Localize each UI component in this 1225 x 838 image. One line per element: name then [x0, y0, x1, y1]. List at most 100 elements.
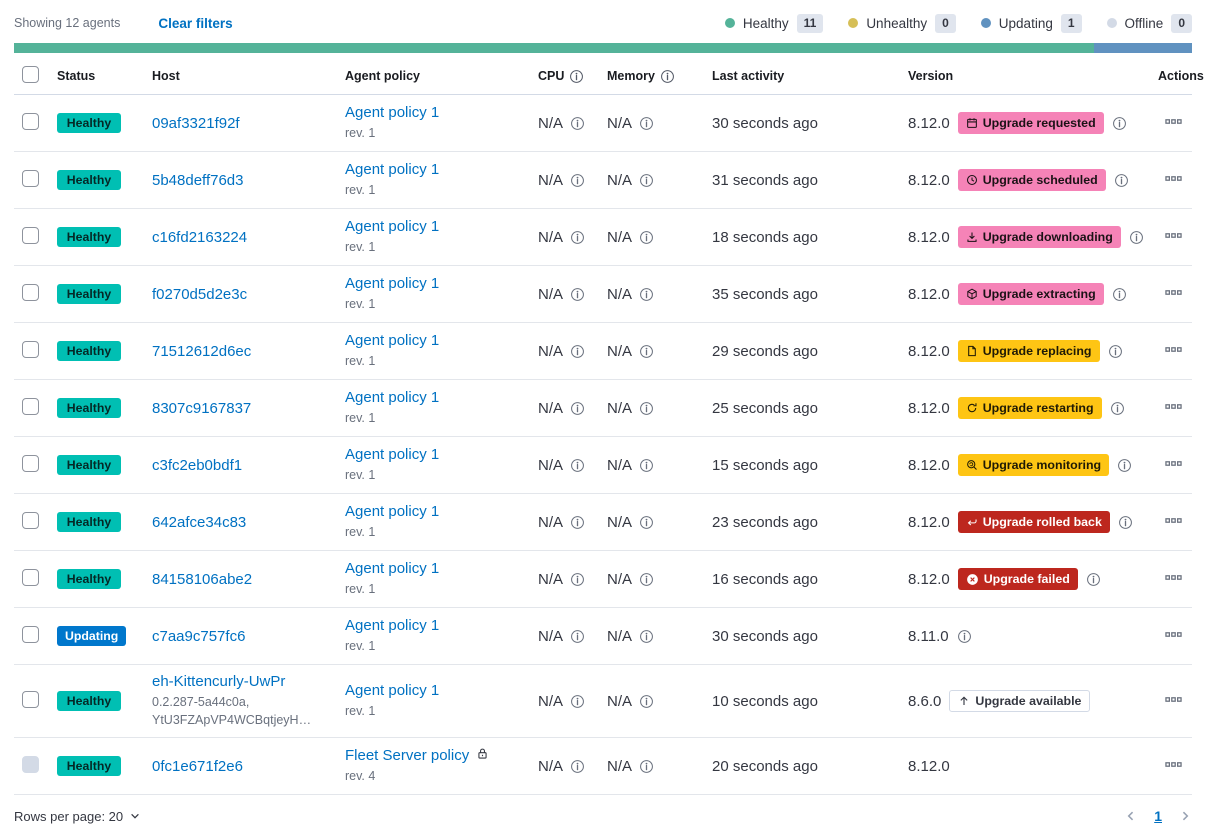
legend-item-updating: Updating1: [981, 14, 1082, 33]
select-all-checkbox[interactable]: [22, 66, 39, 83]
row-checkbox[interactable]: [22, 569, 39, 586]
policy-link[interactable]: Fleet Server policy: [345, 747, 469, 764]
upgrade-info-icon[interactable]: [1114, 173, 1129, 188]
row-checkbox[interactable]: [22, 227, 39, 244]
actions-menu-button[interactable]: [1165, 691, 1182, 708]
actions-menu-button[interactable]: [1165, 227, 1182, 244]
policy-revision: rev. 1: [345, 238, 538, 256]
header-cpu[interactable]: CPU: [538, 69, 607, 84]
memory-info-icon[interactable]: [639, 759, 654, 774]
host-link[interactable]: c7aa9c757fc6: [152, 628, 245, 645]
memory-info-icon[interactable]: [639, 629, 654, 644]
upgrade-info-icon[interactable]: [1118, 515, 1133, 530]
host-link[interactable]: 84158106abe2: [152, 571, 252, 588]
host-link[interactable]: 09af3321f92f: [152, 115, 240, 132]
cpu-info-icon[interactable]: [570, 629, 585, 644]
host-link[interactable]: 8307c9167837: [152, 400, 251, 417]
memory-info-icon[interactable]: [639, 173, 654, 188]
cpu-info-icon[interactable]: [570, 515, 585, 530]
memory-info-icon[interactable]: [639, 287, 654, 302]
previous-page-button[interactable]: [1124, 809, 1138, 823]
memory-info-icon[interactable]: [639, 572, 654, 587]
cpu-info-icon[interactable]: [570, 230, 585, 245]
policy-link[interactable]: Agent policy 1: [345, 617, 439, 634]
policy-link[interactable]: Agent policy 1: [345, 104, 439, 121]
memory-info-icon[interactable]: [639, 344, 654, 359]
host-link[interactable]: eh-Kittencurly-UwPr: [152, 673, 285, 690]
host-link[interactable]: c3fc2eb0bdf1: [152, 457, 242, 474]
clear-filters-button[interactable]: Clear filters: [158, 16, 232, 31]
header-host[interactable]: Host: [152, 69, 345, 83]
row-checkbox[interactable]: [22, 284, 39, 301]
page-number-1[interactable]: 1: [1154, 808, 1162, 824]
cpu-value: N/A: [538, 343, 563, 360]
header-status[interactable]: Status: [57, 69, 152, 83]
actions-menu-button[interactable]: [1165, 113, 1182, 130]
upgrade-info-icon[interactable]: [1112, 116, 1127, 131]
policy-link[interactable]: Agent policy 1: [345, 218, 439, 235]
cpu-info-icon[interactable]: [570, 173, 585, 188]
policy-link[interactable]: Agent policy 1: [345, 560, 439, 577]
upgrade-info-icon[interactable]: [1086, 572, 1101, 587]
cpu-info-icon[interactable]: [570, 572, 585, 587]
header-memory[interactable]: Memory: [607, 69, 712, 84]
actions-menu-button[interactable]: [1165, 512, 1182, 529]
cpu-info-icon[interactable]: [570, 401, 585, 416]
memory-header-info-icon[interactable]: [660, 69, 675, 84]
host-link[interactable]: 5b48deff76d3: [152, 172, 244, 189]
row-checkbox[interactable]: [22, 691, 39, 708]
actions-menu-button[interactable]: [1165, 341, 1182, 358]
row-checkbox[interactable]: [22, 341, 39, 358]
memory-info-icon[interactable]: [639, 458, 654, 473]
cpu-info-icon[interactable]: [570, 694, 585, 709]
memory-info-icon[interactable]: [639, 694, 654, 709]
memory-info-icon[interactable]: [639, 515, 654, 530]
policy-link[interactable]: Agent policy 1: [345, 503, 439, 520]
actions-menu-button[interactable]: [1165, 284, 1182, 301]
cpu-info-icon[interactable]: [570, 116, 585, 131]
cpu-info-icon[interactable]: [570, 759, 585, 774]
header-last-activity[interactable]: Last activity: [712, 69, 908, 83]
upgrade-info-icon[interactable]: [1112, 287, 1127, 302]
upgrade-info-icon[interactable]: [1129, 230, 1144, 245]
memory-info-icon[interactable]: [639, 116, 654, 131]
pagination: 1: [1124, 808, 1192, 824]
actions-menu-button[interactable]: [1165, 455, 1182, 472]
policy-link[interactable]: Agent policy 1: [345, 275, 439, 292]
next-page-button[interactable]: [1178, 809, 1192, 823]
actions-menu-button[interactable]: [1165, 756, 1182, 773]
actions-menu-button[interactable]: [1165, 569, 1182, 586]
cpu-info-icon[interactable]: [570, 458, 585, 473]
cpu-header-info-icon[interactable]: [569, 69, 584, 84]
policy-link[interactable]: Agent policy 1: [345, 389, 439, 406]
actions-menu-button[interactable]: [1165, 626, 1182, 643]
policy-link[interactable]: Agent policy 1: [345, 332, 439, 349]
policy-link[interactable]: Agent policy 1: [345, 446, 439, 463]
row-checkbox[interactable]: [22, 626, 39, 643]
host-link[interactable]: 642afce34c83: [152, 514, 246, 531]
rows-per-page-select[interactable]: Rows per page: 20: [14, 809, 141, 824]
policy-link[interactable]: Agent policy 1: [345, 682, 439, 699]
row-checkbox[interactable]: [22, 455, 39, 472]
policy-link[interactable]: Agent policy 1: [345, 161, 439, 178]
actions-menu-button[interactable]: [1165, 170, 1182, 187]
cpu-info-icon[interactable]: [570, 344, 585, 359]
actions-menu-button[interactable]: [1165, 398, 1182, 415]
host-link[interactable]: 0fc1e671f2e6: [152, 758, 243, 775]
memory-info-icon[interactable]: [639, 401, 654, 416]
header-agent-policy[interactable]: Agent policy: [345, 69, 538, 83]
row-checkbox[interactable]: [22, 398, 39, 415]
upgrade-info-icon[interactable]: [1110, 401, 1125, 416]
host-link[interactable]: f0270d5d2e3c: [152, 286, 247, 303]
host-link[interactable]: 71512612d6ec: [152, 343, 251, 360]
memory-info-icon[interactable]: [639, 230, 654, 245]
header-version[interactable]: Version: [908, 69, 1158, 83]
row-checkbox[interactable]: [22, 512, 39, 529]
upgrade-info-icon[interactable]: [1108, 344, 1123, 359]
host-link[interactable]: c16fd2163224: [152, 229, 247, 246]
row-checkbox[interactable]: [22, 170, 39, 187]
cpu-info-icon[interactable]: [570, 287, 585, 302]
version-info-icon[interactable]: [957, 629, 972, 644]
row-checkbox[interactable]: [22, 113, 39, 130]
upgrade-info-icon[interactable]: [1117, 458, 1132, 473]
